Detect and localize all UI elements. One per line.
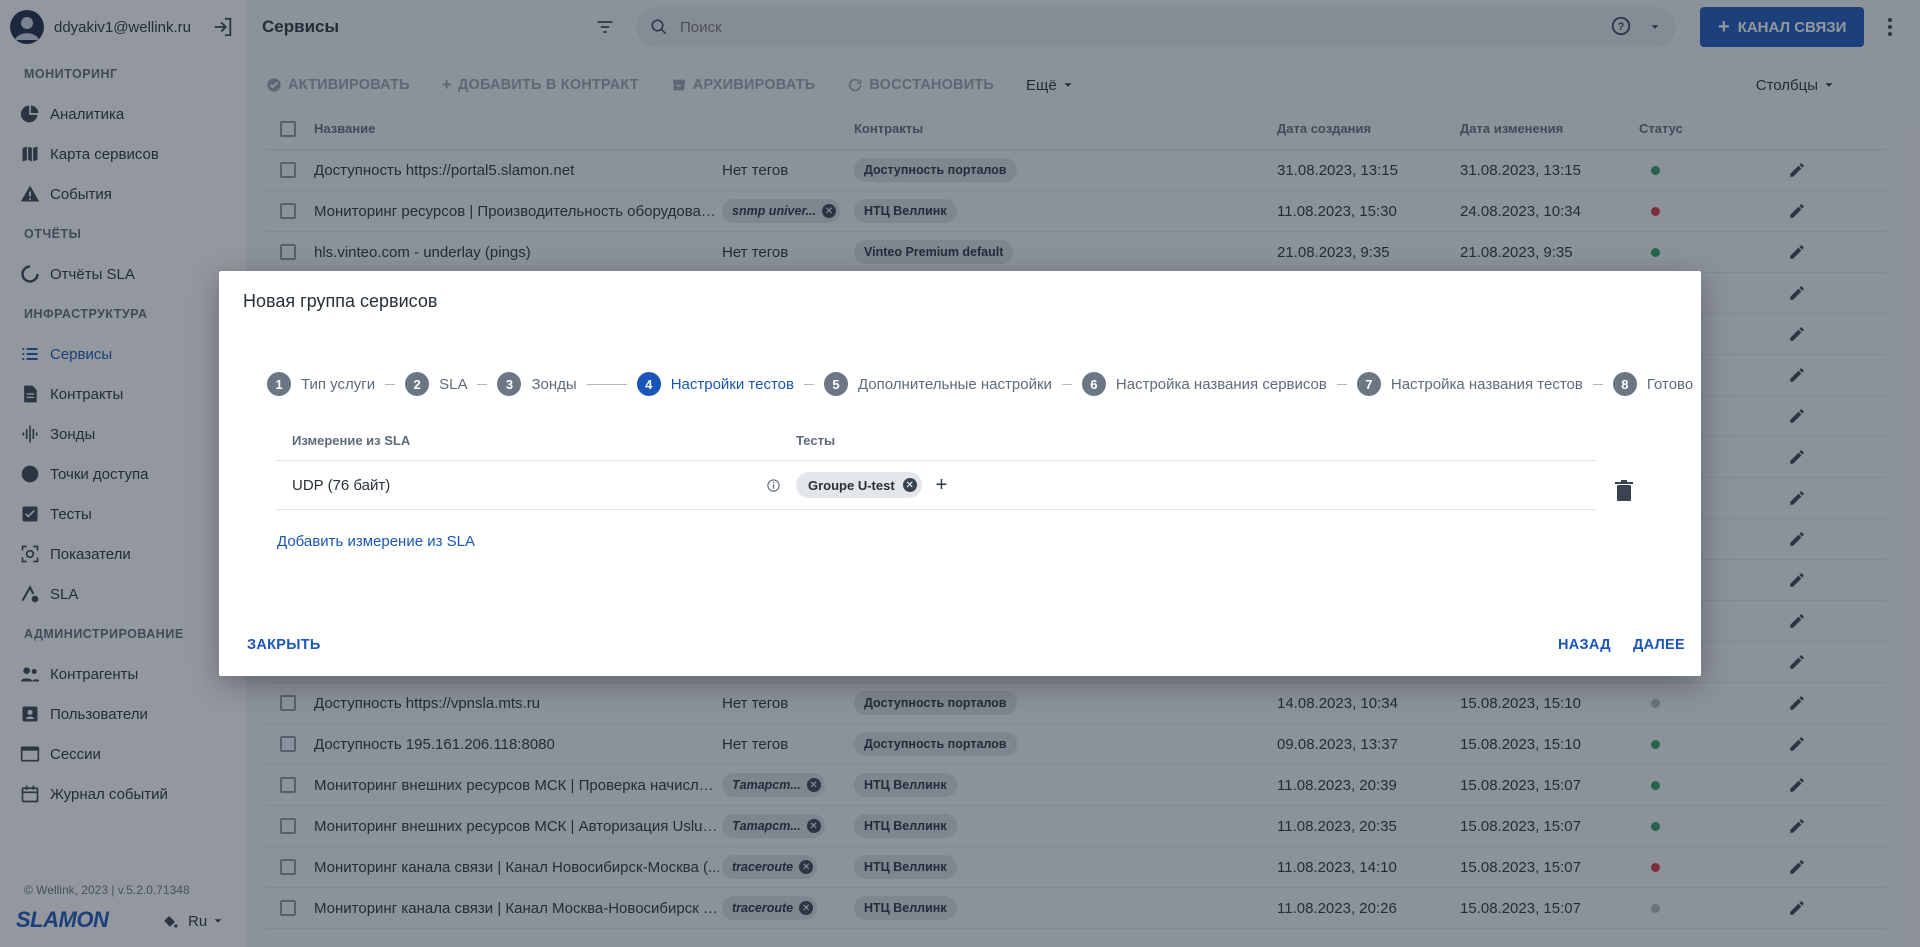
step-4: 4 Настройки тестов <box>636 372 794 396</box>
step-separator <box>1061 383 1072 385</box>
step-label: Тип услуги <box>301 375 376 393</box>
step-number: 4 <box>636 372 661 396</box>
step-separator <box>586 383 627 385</box>
step-number: 6 <box>1081 372 1106 396</box>
test-chip-label: Groupe U-test <box>808 477 895 493</box>
measure-tests-header: Измерение из SLA Тесты <box>276 421 1596 461</box>
measure-name: UDP (76 байт) <box>292 476 391 494</box>
step-5: 5 Дополнительные настройки <box>823 372 1052 396</box>
remove-chip-icon[interactable]: ✕ <box>902 478 917 492</box>
dialog-title: Новая группа сервисов <box>243 291 438 311</box>
back-button[interactable]: НАЗАД <box>1558 637 1611 653</box>
delete-icon[interactable] <box>1614 480 1634 505</box>
measure-tests-table: Измерение из SLA Тесты UDP (76 байт) Gro… <box>276 421 1596 510</box>
step-1: 1 Тип услуги <box>267 372 375 396</box>
header-tests: Тесты <box>796 433 836 448</box>
step-2: 2 SLA <box>405 372 467 396</box>
add-test-icon[interactable]: + <box>936 475 948 495</box>
step-separator <box>1336 383 1347 385</box>
step-label: Зонды <box>531 375 577 393</box>
next-button[interactable]: ДАЛЕЕ <box>1633 637 1685 653</box>
step-number: 5 <box>823 372 848 396</box>
step-6: 6 Настройка названия сервисов <box>1081 372 1327 396</box>
test-chip[interactable]: Groupe U-test ✕ <box>796 472 922 498</box>
step-separator <box>477 383 488 385</box>
header-measure: Измерение из SLA <box>292 433 411 448</box>
step-label: SLA <box>439 375 468 393</box>
step-7: 7 Настройка названия тестов <box>1356 372 1583 396</box>
step-separator <box>385 383 396 385</box>
step-separator <box>1592 383 1603 385</box>
step-label: Готово <box>1646 375 1694 393</box>
step-separator <box>803 383 814 385</box>
tests-cell: Groupe U-test ✕ + <box>796 472 1596 498</box>
step-label: Настройки тестов <box>670 375 794 393</box>
measure-row: UDP (76 байт) Groupe U-test ✕ + <box>276 461 1596 510</box>
info-icon[interactable] <box>766 478 796 493</box>
add-measure-link[interactable]: Добавить измерение из SLA <box>277 533 475 550</box>
step-8: 8 Готово <box>1612 372 1694 396</box>
new-service-group-dialog: Новая группа сервисов 1 Тип услуги 2 SLA 3 Зо… <box>219 271 1701 676</box>
step-label: Настройка названия тестов <box>1390 375 1583 393</box>
step-3: 3 Зонды <box>497 372 577 396</box>
step-label: Дополнительные настройки <box>857 375 1052 393</box>
step-number: 8 <box>1612 372 1637 396</box>
step-number: 1 <box>267 372 291 396</box>
step-number: 2 <box>405 372 430 396</box>
step-number: 3 <box>497 372 522 396</box>
step-number: 7 <box>1356 372 1381 396</box>
stepper: 1 Тип услуги 2 SLA 3 Зонды 4 Настройки тестов 5 Д… <box>267 371 1693 397</box>
step-label: Настройка названия сервисов <box>1115 375 1327 393</box>
close-button[interactable]: ЗАКРЫТЬ <box>247 637 321 653</box>
